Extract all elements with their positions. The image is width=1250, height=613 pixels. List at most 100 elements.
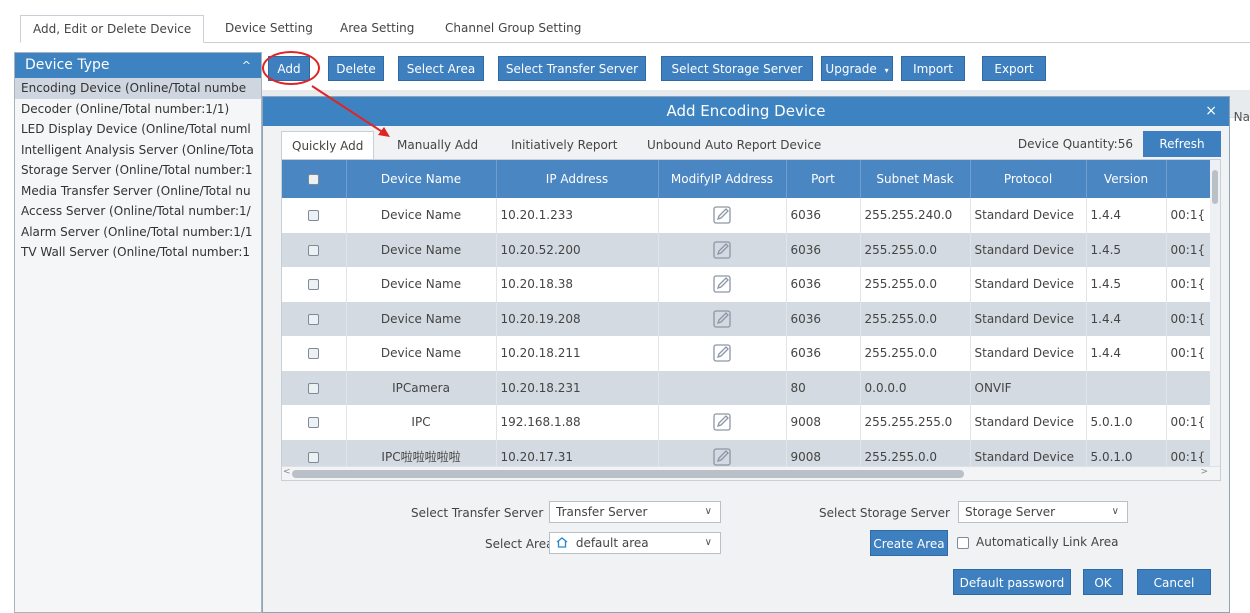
device-table-container: Device Name IP Address ModifyIP Address …	[281, 159, 1221, 481]
transfer-server-value: Transfer Server	[556, 505, 648, 519]
close-icon[interactable]: ×	[1205, 97, 1217, 126]
row-checkbox[interactable]	[308, 210, 320, 222]
table-row[interactable]: IPC 192.168.1.88 9008 255.255.255.0 Standard…	[282, 405, 1213, 440]
ok-button[interactable]: OK	[1083, 569, 1123, 595]
edit-icon[interactable]	[712, 413, 732, 431]
ip-address-cell: 10.20.18.211	[496, 336, 659, 371]
edit-icon[interactable]	[712, 448, 732, 466]
ip-address-cell: 10.20.52.200	[496, 232, 659, 267]
auto-link-area-label: Automatically Link Area	[976, 535, 1119, 549]
device-type-item-media-transfer[interactable]: Media Transfer Server (Online/Total nu	[15, 181, 261, 202]
column-header-device-name[interactable]: Device Name	[346, 160, 497, 198]
row-checkbox[interactable]	[308, 451, 320, 463]
table-row[interactable]: Device Name 10.20.1.233 6036 255.255.240.0 S…	[282, 198, 1213, 233]
device-type-item-storage-server[interactable]: Storage Server (Online/Total number:1	[15, 160, 261, 181]
tab-device-setting[interactable]: Device Setting	[213, 15, 325, 43]
select-all-header[interactable]	[282, 160, 347, 198]
column-header-modify-ip[interactable]: ModifyIP Address	[658, 160, 787, 198]
table-row[interactable]: Device Name 10.20.52.200 6036 255.255.0.0 St…	[282, 232, 1213, 267]
tab-initiatively-report[interactable]: Initiatively Report	[501, 131, 627, 159]
device-type-item-encoding[interactable]: Encoding Device (Online/Total numbe	[15, 78, 261, 99]
refresh-button[interactable]: Refresh	[1143, 131, 1221, 157]
delete-button[interactable]: Delete	[328, 56, 384, 81]
default-password-button[interactable]: Default password	[953, 569, 1071, 595]
table-row[interactable]: Device Name 10.20.18.38 6036 255.255.0.0 Sta…	[282, 267, 1213, 302]
table-row[interactable]: IPCamera 10.20.18.231 80 0.0.0.0 ONVIF	[282, 370, 1213, 405]
ip-address-cell: 10.20.1.233	[496, 198, 659, 233]
scroll-right-icon[interactable]: >	[1200, 467, 1208, 477]
column-header-version[interactable]: Version	[1086, 160, 1167, 198]
row-checkbox-cell[interactable]	[282, 232, 347, 267]
device-type-title: Device Type	[25, 57, 110, 73]
modify-ip-cell[interactable]	[658, 405, 787, 440]
row-checkbox-cell[interactable]	[282, 336, 347, 371]
table-row[interactable]: Device Name 10.20.18.211 6036 255.255.0.0 St…	[282, 336, 1213, 371]
scroll-left-icon[interactable]: <	[283, 467, 291, 477]
row-checkbox[interactable]	[308, 244, 320, 256]
horizontal-scroll-thumb[interactable]	[292, 470, 964, 478]
column-header-port[interactable]: Port	[786, 160, 861, 198]
transfer-server-label: Select Transfer Server	[411, 506, 544, 520]
device-type-item-tv-wall-server[interactable]: TV Wall Server (Online/Total number:1	[15, 242, 261, 263]
modify-ip-cell[interactable]	[658, 198, 787, 233]
select-storage-server-button[interactable]: Select Storage Server	[661, 56, 813, 81]
modify-ip-cell[interactable]	[658, 267, 787, 302]
row-checkbox-cell[interactable]	[282, 198, 347, 233]
create-area-button[interactable]: Create Area	[870, 530, 948, 556]
column-header-protocol[interactable]: Protocol	[970, 160, 1087, 198]
tab-quickly-add[interactable]: Quickly Add	[281, 131, 375, 159]
port-cell: 9008	[786, 405, 861, 440]
storage-server-select[interactable]: Storage Server ∨	[958, 501, 1128, 523]
vertical-scrollbar[interactable]	[1210, 160, 1220, 468]
modify-ip-cell[interactable]	[658, 301, 787, 336]
horizontal-scrollbar[interactable]: < >	[282, 466, 1220, 480]
modify-ip-cell[interactable]	[658, 336, 787, 371]
tab-unbound-auto-report-device[interactable]: Unbound Auto Report Device	[637, 131, 831, 159]
select-all-checkbox[interactable]	[308, 174, 320, 185]
upgrade-button[interactable]: Upgrade ▾	[821, 56, 893, 81]
row-checkbox-cell[interactable]	[282, 301, 347, 336]
storage-server-label: Select Storage Server	[819, 506, 950, 520]
edit-icon[interactable]	[712, 344, 732, 362]
table-header-row: Device Name IP Address ModifyIP Address …	[282, 160, 1213, 198]
tab-channel-group-setting[interactable]: Channel Group Setting	[433, 15, 593, 43]
area-select[interactable]: default area ∨	[549, 532, 721, 554]
row-checkbox-cell[interactable]	[282, 405, 347, 440]
edit-icon[interactable]	[712, 275, 732, 293]
modify-ip-cell	[658, 370, 787, 405]
device-type-item-alarm-server[interactable]: Alarm Server (Online/Total number:1/1	[15, 222, 261, 243]
device-type-item-intelligent-analysis[interactable]: Intelligent Analysis Server (Online/Tota	[15, 140, 261, 161]
tab-area-setting[interactable]: Area Setting	[328, 15, 426, 43]
row-checkbox[interactable]	[308, 279, 320, 291]
row-checkbox[interactable]	[308, 382, 320, 394]
column-header-ip-address[interactable]: IP Address	[496, 160, 659, 198]
device-type-item-decoder[interactable]: Decoder (Online/Total number:1/1)	[15, 99, 261, 120]
modify-ip-cell[interactable]	[658, 232, 787, 267]
row-checkbox-cell[interactable]	[282, 267, 347, 302]
edit-icon[interactable]	[712, 241, 732, 259]
device-type-item-led-display[interactable]: LED Display Device (Online/Total numl	[15, 119, 261, 140]
select-transfer-server-button[interactable]: Select Transfer Server	[498, 56, 646, 81]
device-type-item-access-server[interactable]: Access Server (Online/Total number:1/	[15, 201, 261, 222]
select-area-button[interactable]: Select Area	[398, 56, 484, 81]
import-button[interactable]: Import	[901, 56, 965, 81]
row-checkbox-cell[interactable]	[282, 370, 347, 405]
dialog-tab-bar: Quickly Add Manually Add Initiatively Re…	[281, 131, 1221, 159]
edit-icon[interactable]	[712, 310, 732, 328]
tab-manually-add[interactable]: Manually Add	[387, 131, 488, 159]
edit-icon[interactable]	[712, 206, 732, 224]
row-checkbox[interactable]	[308, 313, 320, 325]
table-row[interactable]: Device Name 10.20.19.208 6036 255.255.0.0 St…	[282, 301, 1213, 336]
export-button[interactable]: Export	[982, 56, 1046, 81]
device-type-header[interactable]: Device Type ^	[15, 53, 261, 78]
cancel-button[interactable]: Cancel	[1137, 569, 1211, 595]
collapse-chevron-icon[interactable]: ^	[242, 53, 251, 78]
row-checkbox[interactable]	[308, 348, 320, 360]
row-checkbox[interactable]	[308, 417, 320, 429]
tab-add-edit-delete-device[interactable]: Add, Edit or Delete Device	[20, 15, 205, 43]
vertical-scroll-thumb[interactable]	[1212, 170, 1218, 204]
column-header-subnet-mask[interactable]: Subnet Mask	[860, 160, 971, 198]
transfer-server-select[interactable]: Transfer Server ∨	[549, 501, 721, 523]
auto-link-area-checkbox[interactable]	[957, 537, 969, 549]
column-header-mac[interactable]	[1166, 160, 1213, 198]
